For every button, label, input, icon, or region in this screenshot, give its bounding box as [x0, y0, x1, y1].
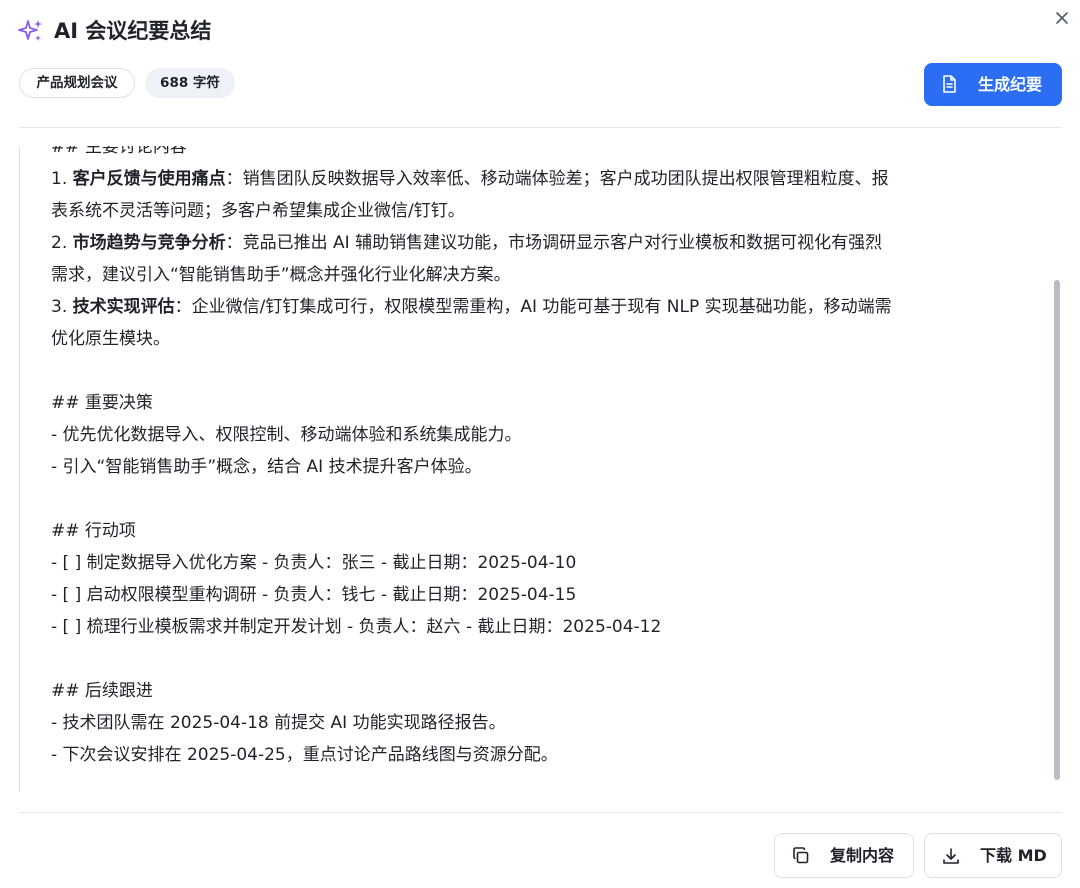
- download-md-label: 下载 MD: [980, 846, 1047, 865]
- document-icon: [939, 74, 959, 94]
- section-heading-followup: ## 后续跟进: [51, 681, 153, 701]
- section-heading-discussion: ## 主要讨论内容: [51, 146, 187, 157]
- list-item-continuation: 需求，建议引入“智能销售助手”概念并强化行业化解决方案。: [51, 265, 511, 285]
- generate-summary-label: 生成纪要: [978, 75, 1043, 94]
- item-number: 1.: [51, 169, 73, 189]
- summary-text: ## 主要讨论内容 1. 客户反馈与使用痛点：销售团队反映数据导入效率低、移动端…: [51, 146, 1036, 771]
- generate-summary-button[interactable]: 生成纪要: [924, 63, 1062, 106]
- decision-item: - 优先优化数据导入、权限控制、移动端体验和系统集成能力。: [51, 425, 522, 445]
- copy-icon: [791, 846, 811, 866]
- summary-content-area[interactable]: ## 主要讨论内容 1. 客户反馈与使用痛点：销售团队反映数据导入效率低、移动端…: [19, 146, 1062, 792]
- divider: [19, 812, 1062, 813]
- download-md-button[interactable]: 下载 MD: [924, 833, 1062, 878]
- dialog-title: AI 会议纪要总结: [54, 19, 212, 43]
- action-item: - [ ] 启动权限模型重构调研 - 负责人：钱七 - 截止日期：2025-04…: [51, 585, 577, 605]
- item-title: 客户反馈与使用痛点: [72, 169, 226, 189]
- download-icon: [941, 846, 961, 866]
- dialog-header: AI 会议纪要总结: [0, 0, 1080, 64]
- char-count-badge: 688 字符: [145, 68, 235, 98]
- item-text: ：企业微信/钉钉集成可行，权限模型需重构，AI 功能可基于现有 NLP 实现基础…: [174, 297, 892, 317]
- meta-row: 产品规划会议 688 字符: [0, 64, 1080, 112]
- action-item: - [ ] 制定数据导入优化方案 - 负责人：张三 - 截止日期：2025-04…: [51, 553, 577, 573]
- section-heading-decisions: ## 重要决策: [51, 393, 153, 413]
- scrollbar-thumb[interactable]: [1054, 280, 1060, 780]
- item-number: 2.: [51, 233, 73, 253]
- list-item: 3. 技术实现评估：企业微信/钉钉集成可行，权限模型需重构，AI 功能可基于现有…: [51, 291, 1036, 323]
- action-item: - [ ] 梳理行业模板需求并制定开发计划 - 负责人：赵六 - 截止日期：20…: [51, 617, 662, 637]
- topic-tag: 产品规划会议: [19, 68, 135, 98]
- followup-item: - 下次会议安排在 2025-04-25，重点讨论产品路线图与资源分配。: [51, 745, 558, 765]
- list-item: 2. 市场趋势与竞争分析：竞品已推出 AI 辅助销售建议功能，市场调研显示客户对…: [51, 227, 1036, 259]
- section-heading-actions: ## 行动项: [51, 521, 136, 541]
- item-text: ：竞品已推出 AI 辅助销售建议功能，市场调研显示客户对行业模板和数据可视化有强…: [225, 233, 883, 253]
- list-item: 1. 客户反馈与使用痛点：销售团队反映数据导入效率低、移动端体验差；客户成功团队…: [51, 163, 1036, 195]
- item-title: 市场趋势与竞争分析: [72, 233, 226, 253]
- item-title: 技术实现评估: [72, 297, 175, 317]
- item-text: ：销售团队反映数据导入效率低、移动端体验差；客户成功团队提出权限管理粗粒度、报: [225, 169, 889, 189]
- list-item-continuation: 优化原生模块。: [51, 329, 170, 349]
- copy-content-label: 复制内容: [830, 846, 895, 865]
- decision-item: - 引入“智能销售助手”概念，结合 AI 技术提升客户体验。: [51, 457, 482, 477]
- copy-content-button[interactable]: 复制内容: [774, 833, 914, 878]
- close-icon[interactable]: [1050, 6, 1074, 30]
- divider: [19, 127, 1062, 128]
- sparkle-icon: [18, 18, 44, 44]
- list-item-continuation: 表系统不灵活等问题；多客户希望集成企业微信/钉钉。: [51, 201, 465, 221]
- item-number: 3.: [51, 297, 73, 317]
- followup-item: - 技术团队需在 2025-04-18 前提交 AI 功能实现路径报告。: [51, 713, 506, 733]
